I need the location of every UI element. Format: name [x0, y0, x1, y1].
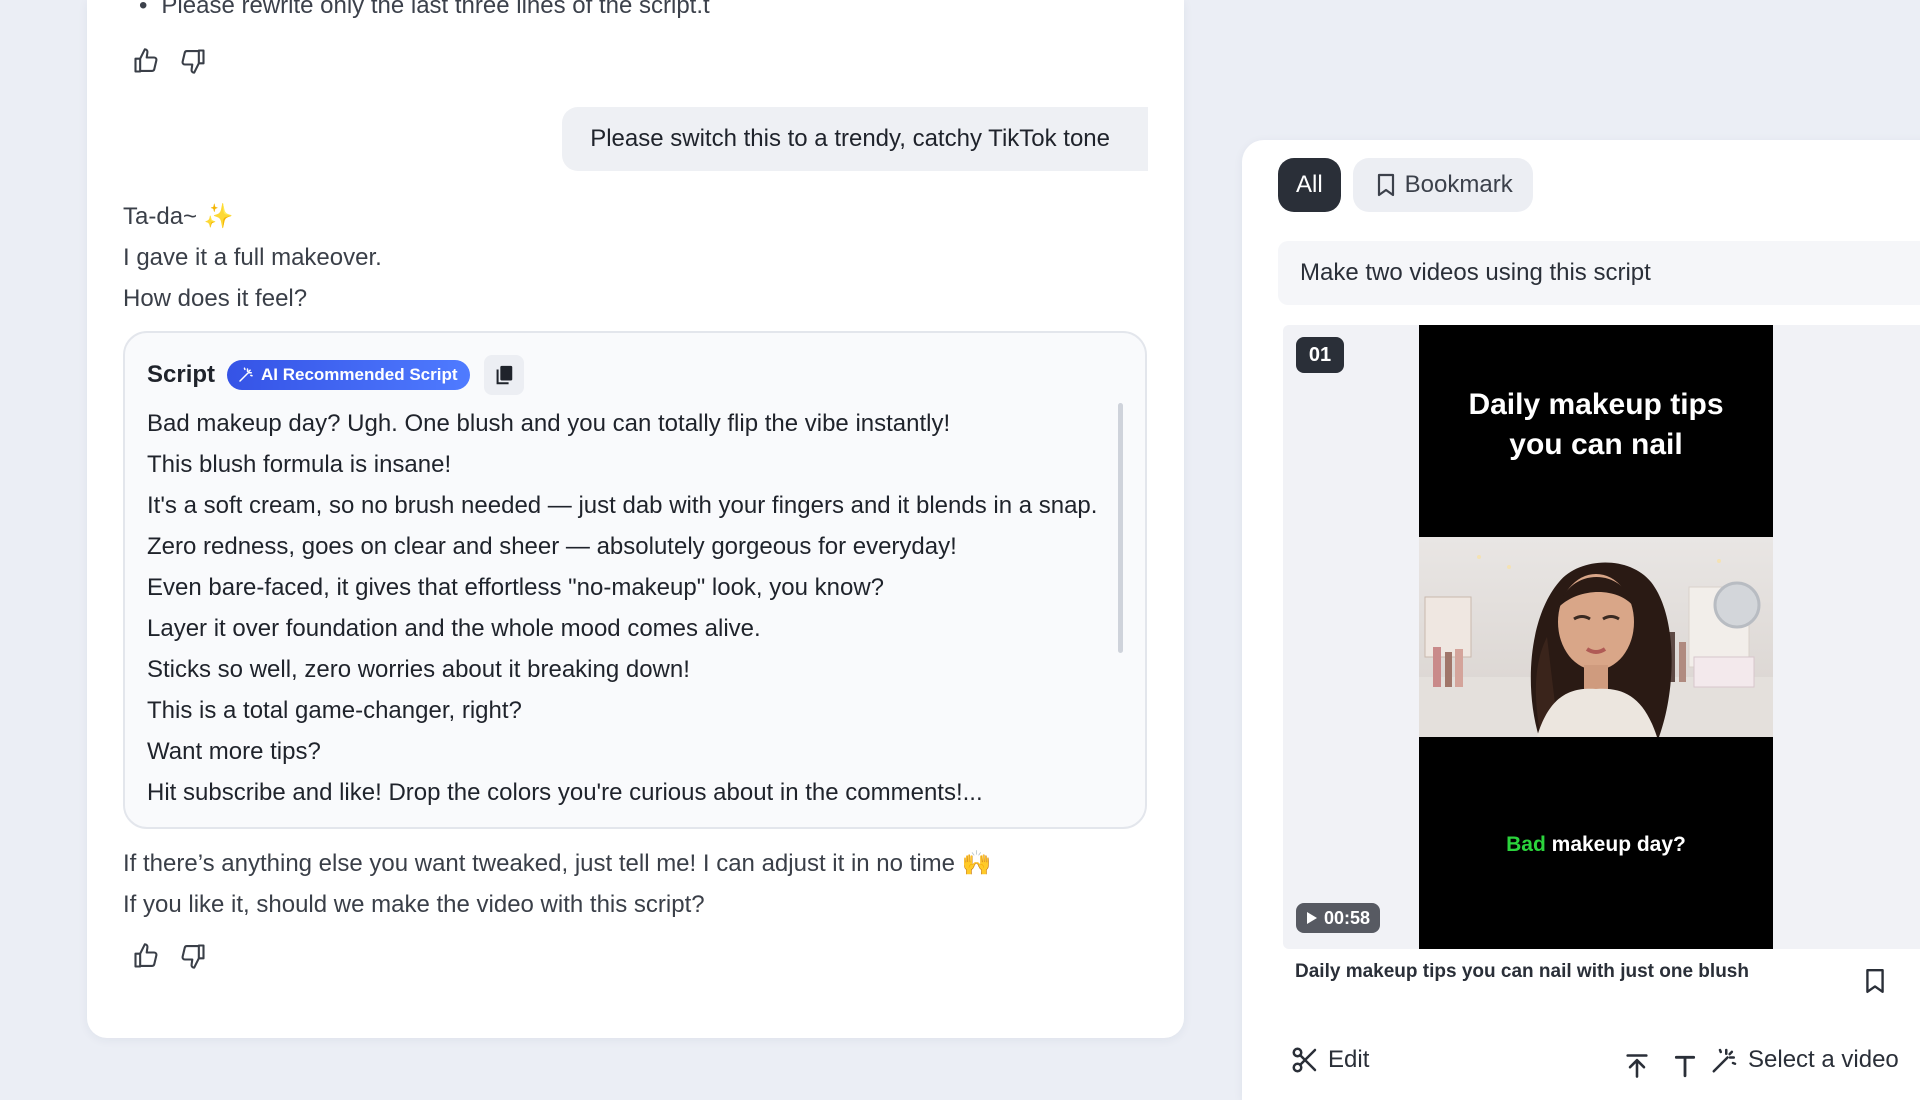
thumbs-down-icon[interactable]	[176, 44, 210, 78]
magic-wand-icon	[1712, 1048, 1737, 1073]
magic-wand-icon	[239, 367, 253, 382]
script-line: Want more tips?	[147, 738, 321, 765]
chat-panel: • Please rewrite only the last three line…	[87, 0, 1184, 1038]
video-card[interactable]: Daily makeup tips you can nail Bad makeu…	[1283, 325, 1920, 949]
ai-badge-label: AI Recommended Script	[261, 365, 458, 384]
play-icon	[1307, 912, 1317, 924]
ai-intro-line: I gave it a full makeover.	[123, 244, 382, 271]
scissors-icon	[1292, 1047, 1317, 1073]
text-icon[interactable]	[1668, 1049, 1702, 1083]
select-video-button[interactable]: Select a video	[1710, 1045, 1899, 1075]
user-message-bubble: Please switch this to a trendy, catchy T…	[562, 107, 1148, 171]
copy-button[interactable]	[483, 355, 524, 395]
caption-highlight: Bad	[1506, 833, 1546, 856]
script-line: Layer it over foundation and the whole m…	[147, 615, 761, 642]
script-line: This blush formula is insane!	[147, 451, 452, 478]
script-line: It's a soft cream, so no brush needed — …	[147, 492, 1098, 519]
video-overlay-title: Daily makeup tips you can nail	[1468, 388, 1724, 461]
ai-outro: If there’s anything else you want tweake…	[123, 843, 992, 925]
script-line: Sticks so well, zero worries about it br…	[147, 656, 690, 683]
thumbs-down-icon[interactable]	[176, 939, 210, 973]
script-header: Script AI Recommended Script	[147, 355, 524, 395]
script-line: Even bare-faced, it gives that effortles…	[147, 574, 884, 601]
ai-intro-line: Ta-da~ ✨	[123, 203, 234, 230]
feedback-row-bottom	[129, 939, 210, 973]
feedback-row-top	[129, 44, 210, 78]
script-card: Script AI Recommended Script Bad makeup …	[123, 331, 1147, 829]
thumbs-up-icon[interactable]	[129, 939, 163, 973]
bullet-dot: •	[139, 0, 148, 19]
copy-icon	[496, 365, 512, 385]
filter-tabs: All Bookmark	[1278, 158, 1533, 212]
script-line: Zero redness, goes on clear and sheer — …	[147, 533, 957, 560]
upload-icon[interactable]	[1620, 1049, 1654, 1083]
duration-text: 00:58	[1324, 907, 1371, 928]
raising-hands-emoji: 🙌	[961, 850, 992, 877]
bookmark-icon	[1377, 173, 1394, 197]
sparkle-emoji: ✨	[203, 203, 234, 230]
video-actions: Edit Select a video	[1290, 1045, 1920, 1093]
tab-bookmark-label: Bookmark	[1404, 171, 1513, 198]
video-frame-photo	[1419, 537, 1773, 737]
caption-text: makeup day?	[1551, 833, 1686, 856]
script-line: This is a total game-changer, right?	[147, 697, 522, 724]
prompt-text: Make two videos using this script	[1300, 259, 1651, 286]
script-lines[interactable]: Bad makeup day? Ugh. One blush and you c…	[147, 403, 1097, 813]
script-line: Bad makeup day? Ugh. One blush and you c…	[147, 410, 951, 437]
script-title: Script	[147, 361, 216, 388]
tab-bookmark[interactable]: Bookmark	[1352, 158, 1533, 212]
ai-intro: Ta-da~ ✨ I gave it a full makeover. How …	[123, 196, 382, 319]
results-panel: All Bookmark Make two videos using this …	[1242, 140, 1920, 1100]
edit-button[interactable]: Edit	[1290, 1045, 1369, 1075]
video-duration-badge: 00:58	[1296, 903, 1381, 933]
video-caption: Bad makeup day?	[1419, 833, 1773, 857]
ai-outro-line: If you like it, should we make the video…	[123, 891, 705, 918]
script-scrollbar[interactable]	[1118, 403, 1123, 653]
video-number-badge: 01	[1296, 337, 1344, 373]
edit-label: Edit	[1328, 1046, 1370, 1073]
video-title: Daily makeup tips you can nail with just…	[1295, 961, 1749, 982]
user-message-text: Please switch this to a trendy, catchy T…	[590, 125, 1110, 152]
bookmark-icon[interactable]	[1858, 964, 1892, 998]
ai-intro-line: How does it feel?	[123, 285, 308, 312]
ai-outro-line: If there’s anything else you want tweake…	[123, 850, 992, 877]
thumbs-up-icon[interactable]	[129, 44, 163, 78]
ai-recommended-badge: AI Recommended Script	[227, 360, 470, 390]
prompt-message: Make two videos using this script	[1278, 241, 1920, 305]
previous-bullet: • Please rewrite only the last three line…	[139, 0, 710, 20]
video-thumbnail[interactable]: Daily makeup tips you can nail Bad makeu…	[1419, 325, 1773, 949]
tab-all[interactable]: All	[1278, 158, 1341, 212]
select-video-label: Select a video	[1748, 1046, 1899, 1073]
script-line: Hit subscribe and like! Drop the colors …	[147, 779, 983, 806]
